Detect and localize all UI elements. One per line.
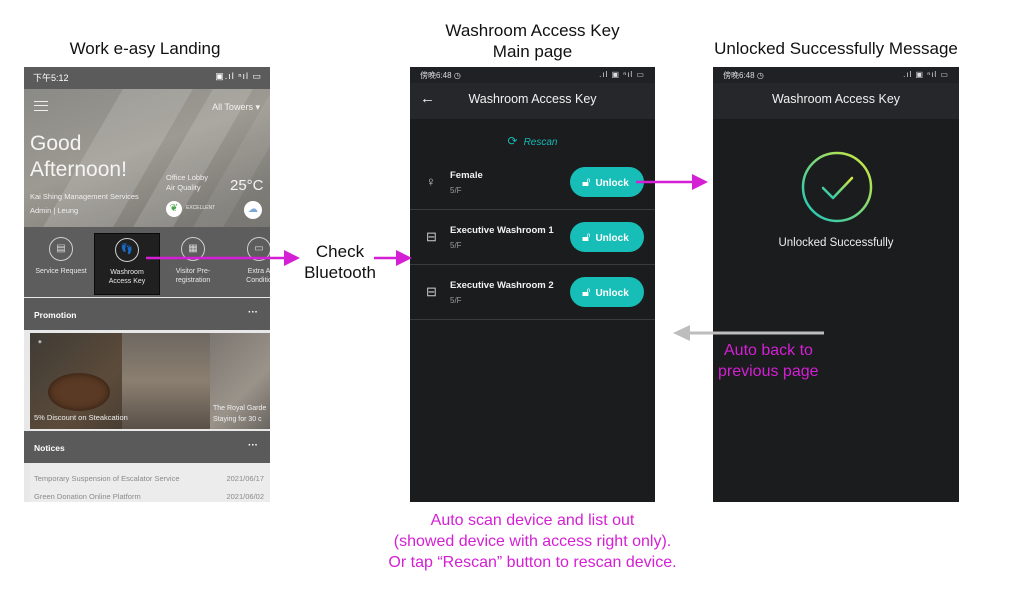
arrow-to-check-bluetooth [146,250,300,266]
arrow-auto-back [673,325,824,341]
flow-diagram: Work e-asy Landing Washroom Access Key M… [0,0,1033,599]
flow-arrows [146,174,824,341]
arrow-to-main-page [374,250,412,266]
arrow-to-success [636,174,708,190]
